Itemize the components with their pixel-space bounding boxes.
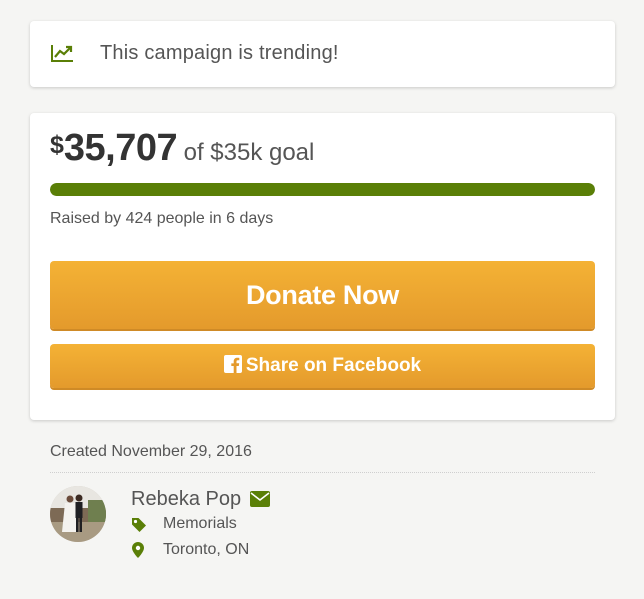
- avatar[interactable]: [50, 486, 106, 542]
- share-button-label: Share on Facebook: [245, 355, 422, 376]
- funding-card: $35,707 of $35k goal Raised by 424 peopl…: [30, 113, 615, 420]
- trending-banner: This campaign is trending!: [30, 21, 615, 87]
- created-date: Created November 29, 2016: [50, 443, 252, 460]
- raised-summary: Raised by 424 people in 6 days: [50, 210, 274, 227]
- avatar-photo: [50, 486, 106, 542]
- progress-bar: [50, 183, 595, 196]
- map-pin-icon: [132, 542, 144, 558]
- amount-row: $35,707 of $35k goal: [50, 127, 314, 170]
- facebook-icon: [223, 355, 242, 373]
- progress-fill: [50, 183, 595, 196]
- share-facebook-button[interactable]: Share on Facebook: [50, 344, 595, 388]
- location-text: Toronto, ON: [163, 541, 250, 558]
- organizer-name[interactable]: Rebeka Pop: [131, 488, 241, 511]
- trending-up-icon: [51, 45, 73, 62]
- envelope-icon[interactable]: [250, 491, 270, 507]
- currency-symbol: $: [50, 131, 64, 159]
- goal-text: of $35k goal: [183, 139, 315, 166]
- tag-icon: [132, 518, 146, 532]
- donate-button[interactable]: Donate Now: [50, 261, 595, 329]
- donate-button-label: Donate Now: [245, 280, 399, 310]
- divider: [50, 472, 595, 473]
- trending-text: This campaign is trending!: [100, 42, 339, 64]
- amount-raised: 35,707: [63, 127, 178, 169]
- category-link[interactable]: Memorials: [163, 515, 237, 533]
